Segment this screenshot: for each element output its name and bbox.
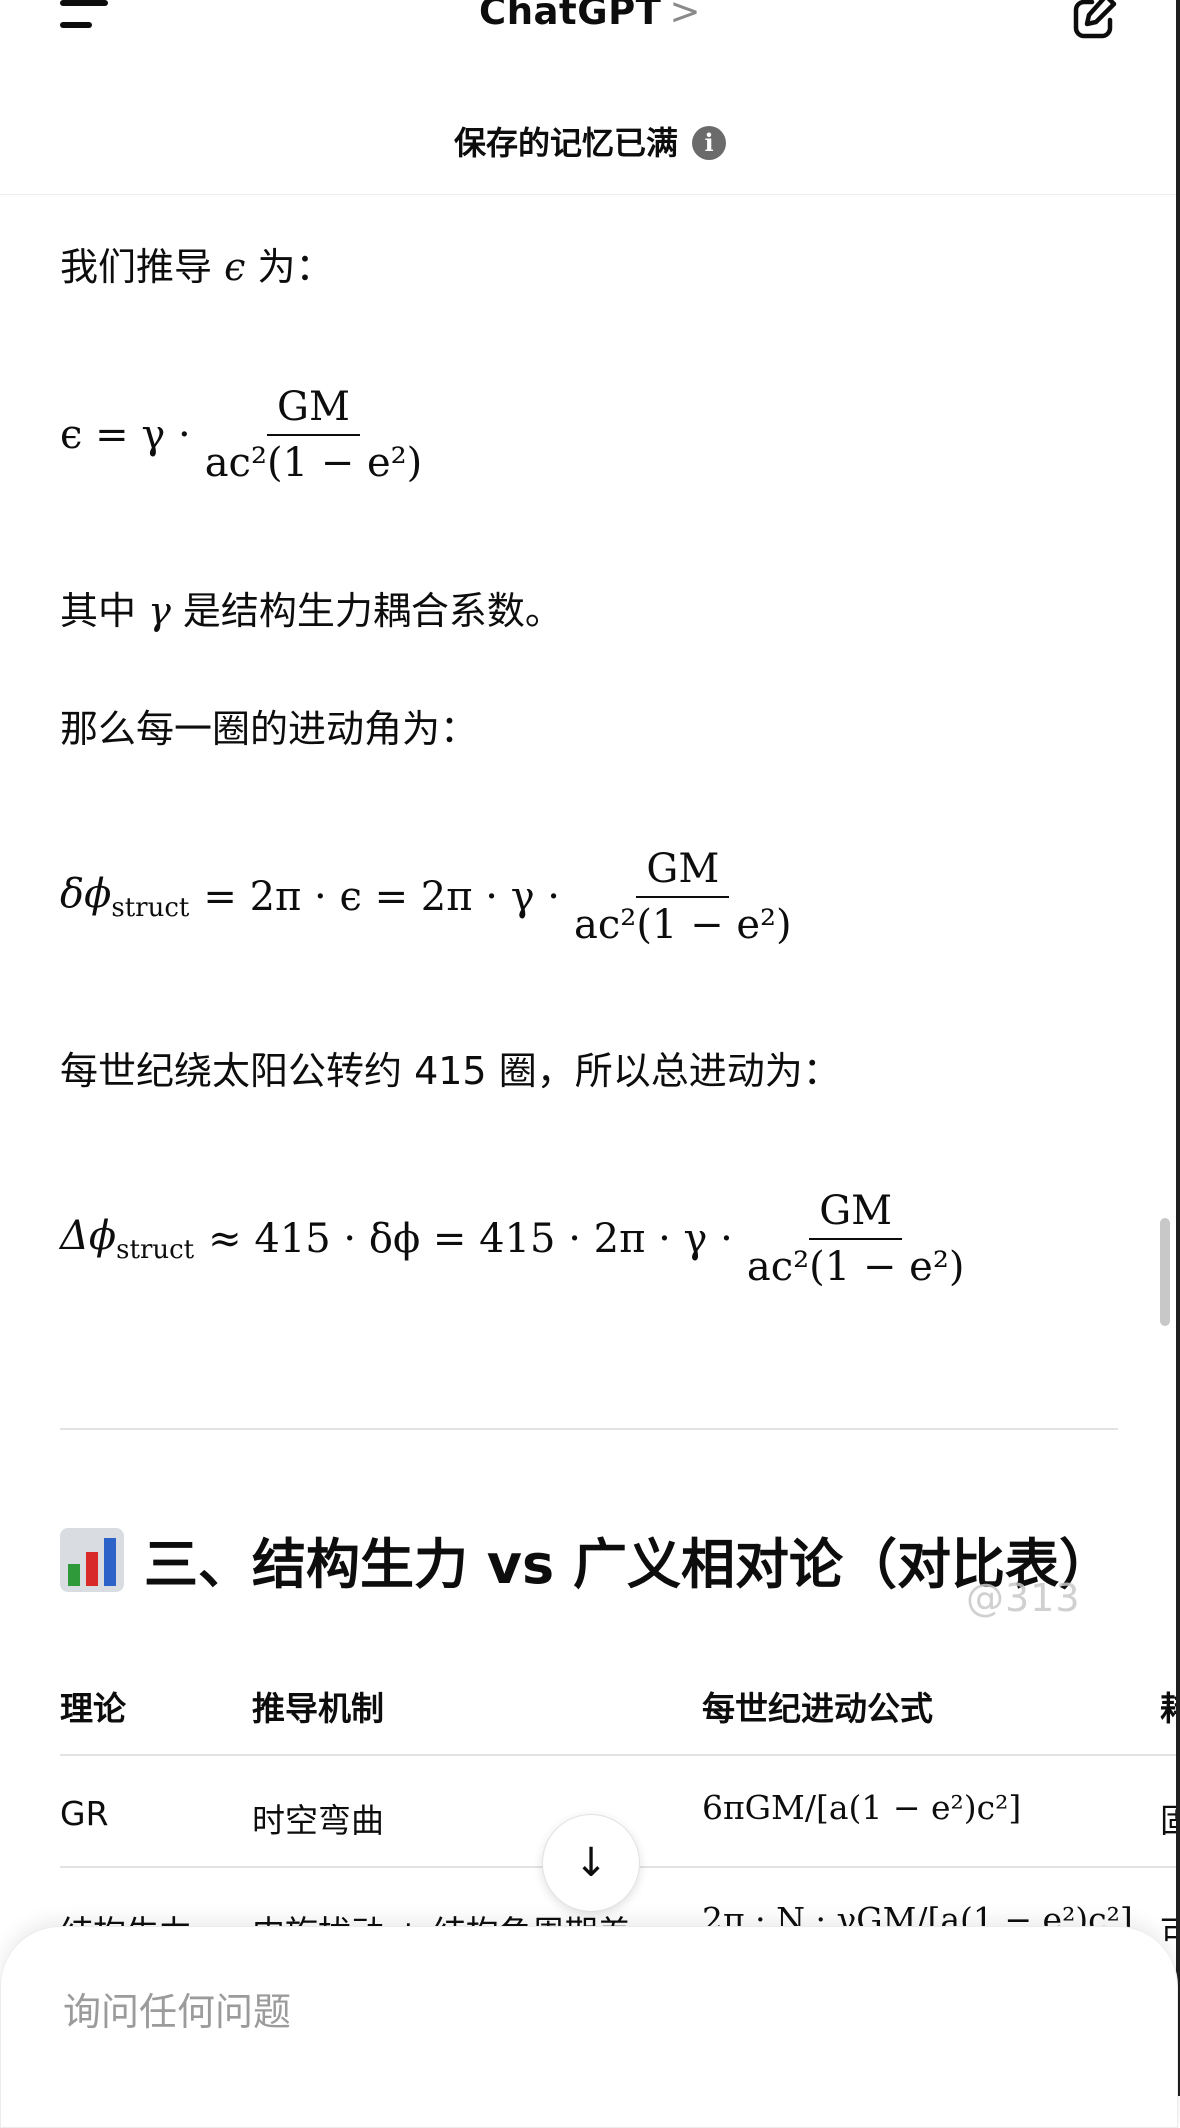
table-header-mechanism: 推导机制 (252, 1689, 384, 1728)
equation-subscript: struct (111, 893, 190, 923)
fraction-numerator: GM (267, 384, 360, 436)
table-cell-formula: 6πGM/[a(1 − e²)c²] (702, 1788, 1022, 1827)
equation-precession-per-orbit: δϕstruct = 2π · ϵ = 2π · γ · GM ac²(1 − … (60, 846, 806, 948)
scrollbar-thumb[interactable] (1160, 1218, 1170, 1326)
table-row-divider (60, 1754, 1180, 1756)
paragraph-gamma-definition: 其中 γ 是结构生力耦合系数。 (60, 589, 563, 633)
gamma-symbol: γ (148, 589, 171, 633)
paragraph-orbits-per-century: 每世纪绕太阳公转约 415 圈，所以总进动为： (60, 1049, 841, 1093)
paragraph-derive-epsilon: 我们推导 ϵ 为： (60, 245, 334, 289)
screen-edge (1176, 0, 1180, 2096)
fraction-numerator: GM (809, 1188, 903, 1240)
fraction-denominator: ac²(1 − e²) (746, 1244, 965, 1290)
new-chat-edit-icon[interactable] (1066, 0, 1122, 44)
fraction: GM ac²(1 − e²) (564, 846, 802, 948)
equation-lhs: Δϕ (60, 1213, 117, 1259)
equation-rhs: ≈ 415 · δϕ = 415 · 2π · γ · (208, 1216, 733, 1262)
memory-full-banner[interactable]: 保存的记忆已满 i (0, 80, 1180, 195)
message-input[interactable] (61, 1989, 965, 2035)
table-cell: GR (60, 1794, 109, 1833)
fraction-denominator: ac²(1 − e²) (574, 902, 792, 948)
message-composer (0, 1926, 1178, 2128)
equation-total-precession: Δϕstruct ≈ 415 · δϕ = 415 · 2π · γ · GM … (60, 1188, 978, 1290)
fraction-numerator: GM (636, 846, 730, 898)
table-cell: 时空弯曲 (252, 1801, 384, 1840)
equation-lhs: ϵ = γ · (60, 412, 191, 458)
fraction-denominator: ac²(1 − e²) (204, 440, 423, 486)
fraction: GM ac²(1 − e²) (737, 1188, 975, 1290)
equation-subscript: struct (116, 1235, 195, 1265)
equation-rhs: = 2π · ϵ = 2π · γ · (203, 874, 561, 920)
app-title: ChatGPT (479, 0, 662, 33)
arrow-down-icon: ↓ (574, 1840, 608, 1886)
table-header-theory: 理论 (60, 1689, 126, 1728)
watermark: @313 (966, 1576, 1081, 1620)
epsilon-symbol: ϵ (224, 245, 246, 289)
top-nav-bar: ChatGPT > (0, 0, 1180, 81)
equation-epsilon: ϵ = γ · GM ac²(1 − e²) (60, 384, 436, 486)
scroll-to-bottom-button[interactable]: ↓ (542, 1814, 640, 1912)
table-header-formula: 每世纪进动公式 (702, 1689, 933, 1728)
model-selector[interactable]: ChatGPT > (0, 0, 1180, 33)
paragraph-precession-per-orbit: 那么每一圈的进动角为： (60, 707, 479, 751)
section-divider (60, 1428, 1118, 1430)
section-heading: 三、结构生力 vs 广义相对论（对比表） (60, 1520, 1113, 1599)
chevron-right-icon: > (669, 0, 701, 33)
banner-text: 保存的记忆已满 (453, 124, 678, 162)
bar-chart-icon (60, 1527, 124, 1592)
info-icon[interactable]: i (692, 126, 726, 160)
equation-lhs: δϕ (60, 871, 112, 917)
fraction: GM ac²(1 − e²) (195, 384, 433, 486)
